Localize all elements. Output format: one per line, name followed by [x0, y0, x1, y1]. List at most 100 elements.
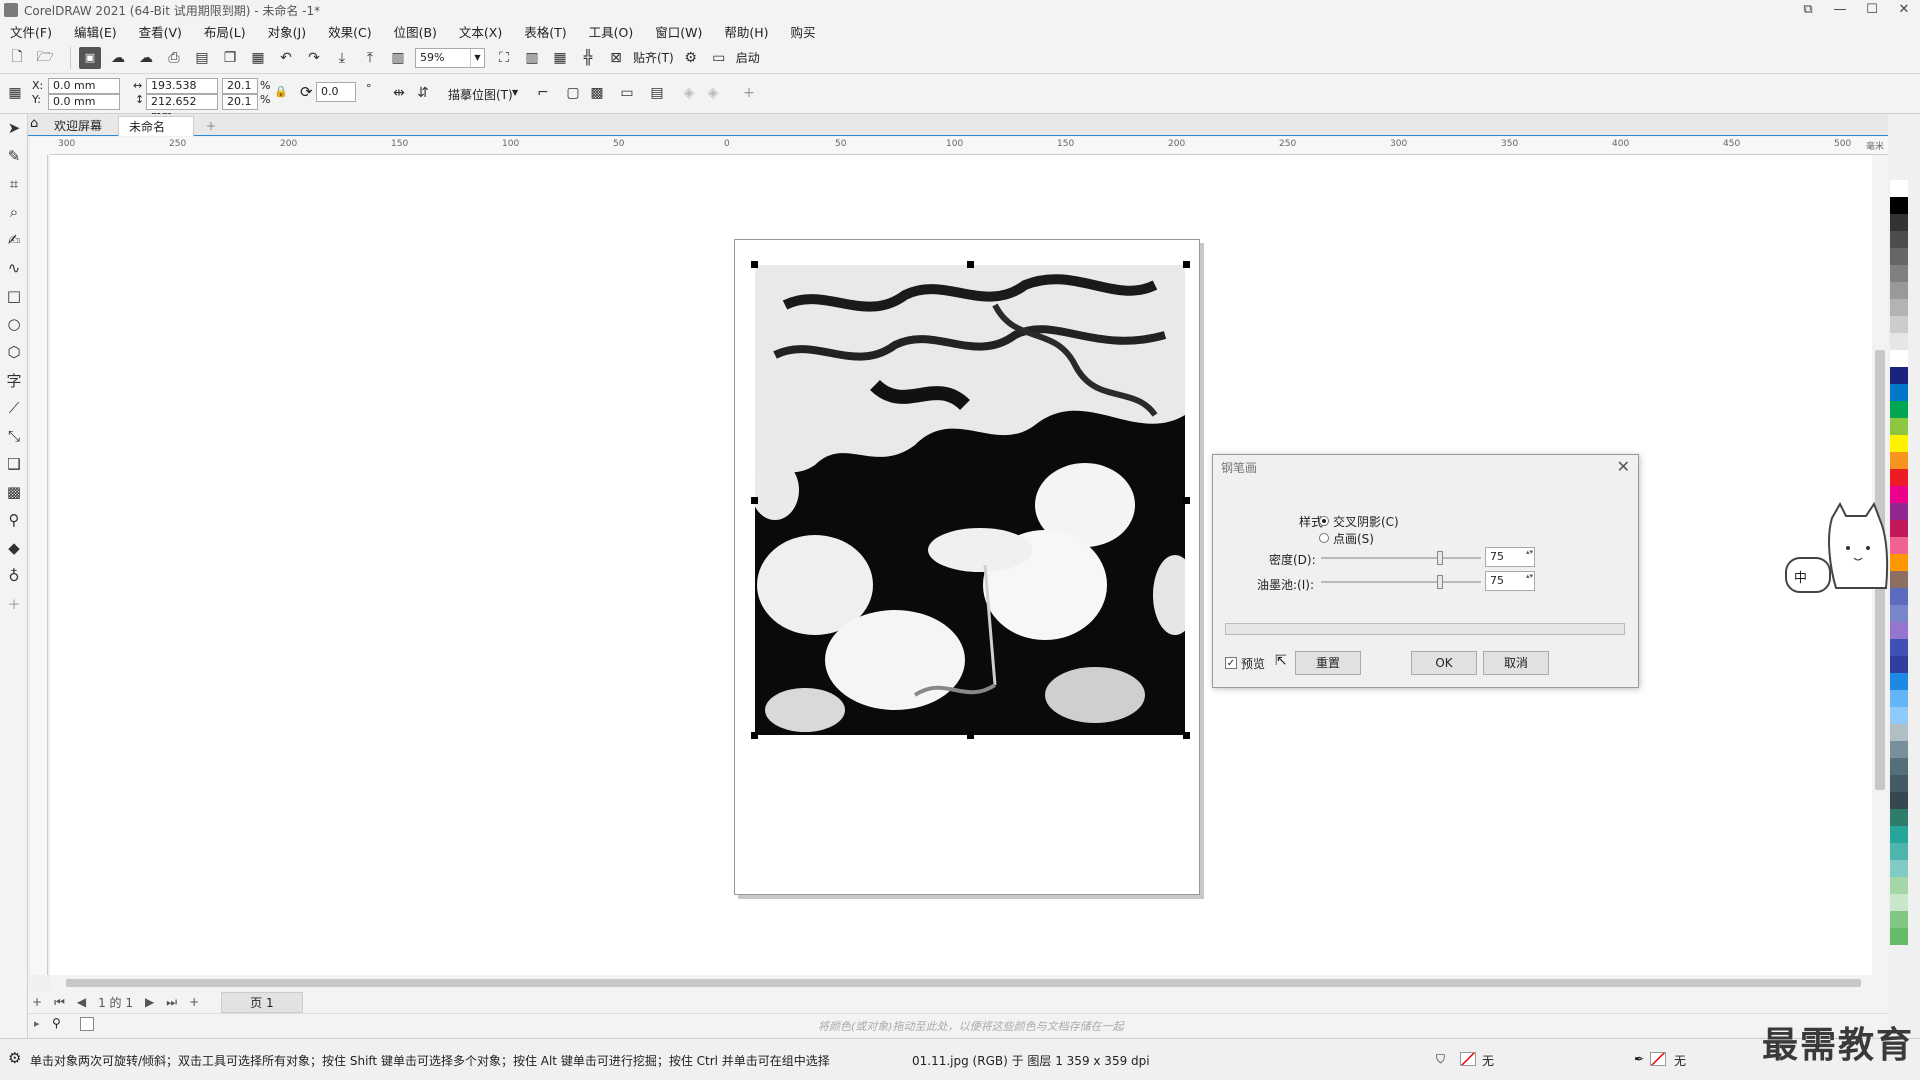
menu-bitmaps[interactable]: 位图(B)	[394, 22, 437, 41]
color-swatch[interactable]	[1890, 435, 1908, 452]
cancel-button[interactable]: 取消	[1483, 651, 1549, 675]
lock-ratio-icon[interactable]: 🔒	[274, 85, 288, 98]
options-gear-icon[interactable]: ⚙	[680, 47, 702, 69]
ink-pool-slider-thumb[interactable]	[1437, 575, 1443, 589]
color-swatch[interactable]	[1890, 469, 1908, 486]
menu-edit[interactable]: 编辑(E)	[74, 22, 117, 41]
resize-handle-bottom-right[interactable]	[1183, 732, 1190, 739]
crop-tool-icon[interactable]: ⌗	[0, 170, 28, 198]
preview-checkbox[interactable]: ✓	[1225, 657, 1237, 669]
freehand-tool-icon[interactable]: ✍	[0, 226, 28, 254]
add-page-icon[interactable]: +	[32, 995, 42, 1009]
color-swatch[interactable]	[1890, 792, 1908, 809]
gear-icon[interactable]: ⚙	[8, 1049, 21, 1067]
show-guides-icon[interactable]: ╬	[577, 47, 599, 69]
color-swatch[interactable]	[1890, 452, 1908, 469]
show-rulers-icon[interactable]: ▥	[521, 47, 543, 69]
resize-handle-left[interactable]	[751, 497, 758, 504]
expand-arrow-icon[interactable]: ▸	[34, 1017, 40, 1030]
open-external-icon[interactable]: ⇱	[1275, 653, 1287, 669]
snap-to-dropdown[interactable]: 贴齐(T)	[633, 49, 674, 66]
shape-tool-icon[interactable]: ✎	[0, 142, 28, 170]
drop-shadow-icon[interactable]: ❑	[0, 450, 28, 478]
vertical-ruler[interactable]	[30, 155, 48, 975]
radio-cross-hatch[interactable]	[1319, 516, 1329, 526]
mirror-horizontal-icon[interactable]: ⇹	[388, 82, 410, 104]
menu-object[interactable]: 对象(J)	[268, 22, 306, 41]
layer-front-icon[interactable]: ◈	[678, 82, 700, 104]
wrap-text-icon[interactable]: ▤	[646, 82, 668, 104]
page-tab-1[interactable]: 页 1	[221, 991, 303, 1013]
resize-handle-top-left[interactable]	[751, 261, 758, 268]
color-swatch[interactable]	[1890, 741, 1908, 758]
menu-tools[interactable]: 工具(O)	[589, 22, 634, 41]
menu-table[interactable]: 表格(T)	[524, 22, 566, 41]
crop-bitmap-icon[interactable]: ⌐	[532, 82, 554, 104]
color-swatch[interactable]	[1890, 180, 1908, 197]
zoom-level-select[interactable]: 59% ▼	[415, 47, 485, 68]
density-value-field[interactable]: 75	[1485, 547, 1535, 567]
resize-handle-right[interactable]	[1183, 497, 1190, 504]
pick-tool-icon[interactable]: ➤	[0, 114, 28, 142]
ink-pool-slider[interactable]	[1321, 575, 1481, 589]
color-swatch[interactable]	[1890, 299, 1908, 316]
color-swatch[interactable]	[1890, 214, 1908, 231]
color-swatch[interactable]	[1890, 401, 1908, 418]
minimize-button[interactable]: —	[1824, 0, 1856, 20]
previous-page-icon[interactable]: ◀	[77, 995, 86, 1009]
undo-icon[interactable]: ↶	[275, 47, 297, 69]
text-tool-icon[interactable]: 字	[0, 366, 28, 394]
dialog-close-icon[interactable]: ✕	[1617, 457, 1630, 476]
color-swatch[interactable]	[1890, 707, 1908, 724]
density-slider[interactable]	[1321, 551, 1481, 565]
color-swatch[interactable]	[1890, 673, 1908, 690]
scale-height-field[interactable]: 20.1	[222, 94, 258, 110]
edit-bitmap-icon[interactable]: ▩	[586, 82, 608, 104]
color-swatch[interactable]	[1890, 367, 1908, 384]
resize-handle-top[interactable]	[967, 261, 974, 268]
trace-bitmap-dropdown[interactable]: 描摹位图(T)	[448, 86, 513, 103]
option-cross-hatch-label[interactable]: 交叉阴影(C)	[1333, 513, 1399, 530]
show-grid-icon[interactable]: ▦	[549, 47, 571, 69]
eyedropper-tool-icon[interactable]: ⚲	[0, 506, 28, 534]
fill-swatch-none[interactable]	[1460, 1052, 1476, 1066]
import-icon[interactable]: ⤓	[331, 47, 353, 69]
radio-stipple[interactable]	[1319, 533, 1329, 543]
first-page-icon[interactable]: ⏮	[54, 995, 65, 1010]
new-document-icon[interactable]: 🗋	[6, 47, 28, 69]
object-origin-icon[interactable]: ▦	[4, 82, 26, 104]
resize-handle-bottom[interactable]	[967, 732, 974, 739]
menu-help[interactable]: 帮助(H)	[724, 22, 768, 41]
selected-bitmap[interactable]	[755, 265, 1185, 735]
eyedropper-icon[interactable]: ⚲	[52, 1016, 61, 1030]
color-swatch[interactable]	[1890, 809, 1908, 826]
color-swatch[interactable]	[1890, 197, 1908, 214]
horizontal-ruler[interactable]: 毫米 300 250 200 150 100 50 0 50 100 150 200 250 300 35…	[50, 137, 1888, 155]
snap-off-icon[interactable]: ⊠	[605, 47, 627, 69]
cloud-open-icon[interactable]: ☁	[107, 47, 129, 69]
artistic-media-icon[interactable]: ∿	[0, 254, 28, 282]
add-tab-button[interactable]: +	[196, 116, 226, 136]
redo-icon[interactable]: ↷	[303, 47, 325, 69]
save-icon[interactable]: ▣	[79, 46, 101, 69]
cut-icon[interactable]: ▤	[191, 47, 213, 69]
color-swatch[interactable]	[1890, 775, 1908, 792]
color-swatch[interactable]	[1890, 826, 1908, 843]
resize-handle-bottom-left[interactable]	[751, 732, 758, 739]
menu-window[interactable]: 窗口(W)	[655, 22, 702, 41]
open-folder-icon[interactable]: 🗁	[34, 47, 56, 69]
next-page-icon[interactable]: ▶	[145, 995, 154, 1009]
option-stipple-label[interactable]: 点画(S)	[1333, 530, 1374, 547]
horizontal-scroll-thumb[interactable]	[66, 979, 1861, 987]
menu-text[interactable]: 文本(X)	[459, 22, 502, 41]
color-swatch[interactable]	[1890, 639, 1908, 656]
dimension-tool-icon[interactable]: ⟋	[0, 394, 28, 422]
tab-welcome-screen[interactable]: 欢迎屏幕	[44, 116, 112, 136]
mirror-vertical-icon[interactable]: ⇵	[412, 82, 434, 104]
ok-button[interactable]: OK	[1411, 651, 1477, 675]
transparency-tool-icon[interactable]: ▩	[0, 478, 28, 506]
smart-fill-icon[interactable]: ♁	[0, 562, 28, 590]
add-icon[interactable]: +	[738, 82, 760, 104]
color-swatch[interactable]	[1890, 911, 1908, 928]
color-swatch[interactable]	[1890, 843, 1908, 860]
